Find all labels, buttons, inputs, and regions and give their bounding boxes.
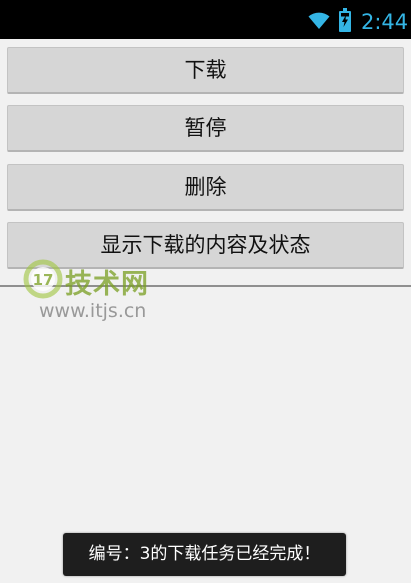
wifi-icon xyxy=(308,12,330,29)
watermark-url: www.itjs.cn xyxy=(39,300,147,322)
pause-button[interactable]: 暂停 xyxy=(7,105,404,152)
download-button[interactable]: 下载 xyxy=(7,47,404,94)
watermark-brand: 技术网 xyxy=(65,269,149,300)
status-bar: 2:44 xyxy=(0,0,411,39)
watermark-logo-icon: 17 xyxy=(23,259,63,299)
toast-message: 编号：3的下载任务已经完成！ xyxy=(63,533,346,576)
watermark: 17 技术网 www.itjs.cn xyxy=(22,258,172,328)
status-time: 2:44 xyxy=(361,10,409,34)
delete-button[interactable]: 删除 xyxy=(7,164,404,211)
battery-charging-icon xyxy=(339,8,351,32)
svg-text:17: 17 xyxy=(33,271,54,289)
